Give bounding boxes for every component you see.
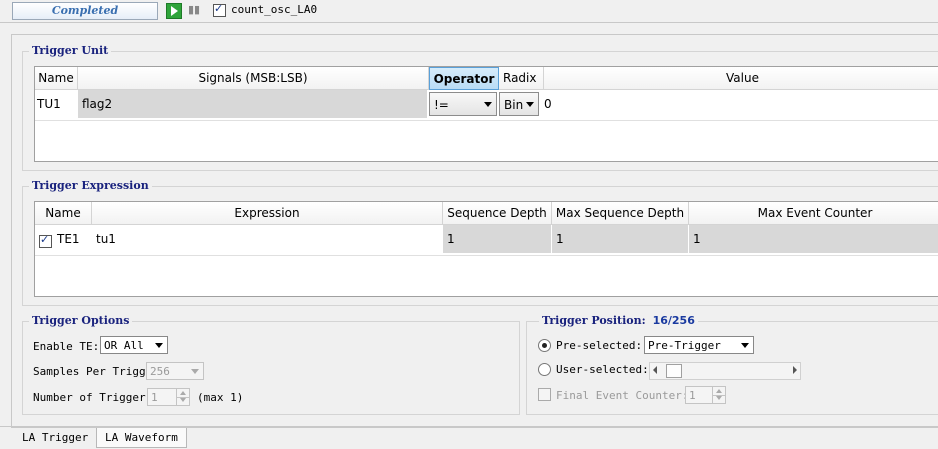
- chevron-down-icon: [191, 369, 199, 374]
- samples-per-trigger-select[interactable]: 256: [146, 362, 204, 380]
- row-max-event-counter[interactable]: 1: [689, 225, 938, 253]
- trigger-expression-title: Trigger Expression: [29, 179, 152, 192]
- column-header-sequence-depth[interactable]: Sequence Depth: [443, 202, 552, 225]
- row-divider: [35, 120, 938, 121]
- operator-value: !=: [434, 98, 449, 112]
- enable-checkbox[interactable]: [213, 2, 226, 17]
- pre-selected-value: Pre-Trigger: [648, 339, 721, 352]
- enable-te-label: Enable TE:: [33, 340, 100, 353]
- enable-te-value: OR All: [104, 339, 144, 352]
- chevron-down-icon: [741, 343, 749, 348]
- run-button[interactable]: [166, 3, 182, 19]
- column-header-operator[interactable]: Operator: [429, 67, 499, 90]
- user-selected-label: User-selected:: [556, 363, 649, 376]
- row-max-sequence-depth[interactable]: 1: [552, 225, 688, 253]
- trigger-expression-table: Name Expression Sequence Depth Max Seque…: [34, 201, 938, 297]
- number-of-trigger-stepper[interactable]: 1: [147, 388, 190, 406]
- column-header-max-event-counter[interactable]: Max Event Counter: [689, 202, 938, 225]
- stop-button[interactable]: ▮▮: [186, 3, 202, 17]
- trigger-unit-table: Name Signals (MSB:LSB) Operator Radix Va…: [34, 66, 938, 162]
- spin-down-icon[interactable]: [712, 395, 725, 403]
- column-header-name[interactable]: Name: [35, 67, 78, 90]
- column-header-name[interactable]: Name: [35, 202, 92, 225]
- column-header-max-sequence-depth[interactable]: Max Sequence Depth: [552, 202, 689, 225]
- samples-per-trigger-value: 256: [150, 365, 170, 378]
- status-indicator: Completed: [12, 2, 158, 20]
- number-of-trigger-hint: (max 1): [197, 391, 244, 404]
- trigger-options-title: Trigger Options: [29, 314, 133, 327]
- row-sequence-depth[interactable]: 1: [443, 225, 551, 253]
- trigger-unit-group: Trigger Unit Name Signals (MSB:LSB) Oper…: [22, 44, 938, 171]
- pre-selected-radio[interactable]: [538, 339, 551, 352]
- number-of-trigger-value: 1: [151, 391, 158, 404]
- scroll-right-icon[interactable]: [793, 366, 797, 374]
- column-header-radix[interactable]: Radix: [499, 67, 544, 90]
- trigger-expression-group: Trigger Expression Name Expression Seque…: [22, 179, 938, 306]
- tab-la-waveform[interactable]: LA Waveform: [96, 428, 187, 448]
- column-header-expression[interactable]: Expression: [92, 202, 443, 225]
- row-name: TU1: [37, 97, 61, 111]
- pre-selected-select[interactable]: Pre-Trigger: [644, 336, 754, 354]
- trigger-position-title: Trigger Position:: [542, 314, 646, 327]
- final-event-counter-value: 1: [689, 389, 696, 402]
- trigger-options-group: Trigger Options Enable TE: OR All Sample…: [22, 314, 520, 415]
- trigger-settings-panel: Trigger Unit Name Signals (MSB:LSB) Oper…: [11, 34, 938, 428]
- column-header-value[interactable]: Value: [544, 67, 938, 90]
- scroll-left-icon[interactable]: [653, 366, 657, 374]
- number-of-trigger-label: Number of Trigger:: [33, 391, 153, 404]
- row-signals[interactable]: flag2: [78, 90, 427, 118]
- radix-value: Bin: [504, 98, 524, 112]
- enable-te-select[interactable]: OR All: [100, 336, 168, 354]
- operator-select[interactable]: !=: [429, 92, 497, 116]
- final-event-counter-stepper[interactable]: 1: [685, 386, 726, 404]
- slider-thumb[interactable]: [666, 364, 682, 378]
- row-divider: [35, 255, 938, 256]
- column-header-signals[interactable]: Signals (MSB:LSB): [78, 67, 429, 90]
- chevron-down-icon: [526, 102, 534, 107]
- row-enable-checkbox[interactable]: [39, 233, 52, 248]
- row-expression[interactable]: tu1: [96, 225, 436, 253]
- row-name: TE1: [57, 232, 80, 246]
- spin-down-icon[interactable]: [176, 397, 189, 405]
- row-value[interactable]: 0: [544, 90, 934, 118]
- trigger-unit-title: Trigger Unit: [29, 44, 112, 57]
- trigger-position-group: Trigger Position: 16/256 Pre-selected: P…: [526, 314, 938, 415]
- radix-select[interactable]: Bin: [499, 92, 539, 116]
- user-selected-radio[interactable]: [538, 363, 551, 376]
- trigger-position-value: 16/256: [652, 314, 695, 327]
- trigger-position-title-wrap: Trigger Position: 16/256: [539, 314, 698, 327]
- final-event-checkbox[interactable]: [538, 388, 551, 401]
- enable-checkbox-label: count_osc_LA0: [231, 3, 318, 16]
- bottom-tab-bar: LA Trigger LA Waveform: [0, 426, 938, 449]
- chevron-down-icon: [155, 343, 163, 348]
- user-selected-slider[interactable]: [649, 362, 801, 380]
- top-toolbar: Completed ▮▮ count_osc_LA0: [0, 0, 938, 23]
- tab-la-trigger[interactable]: LA Trigger: [14, 428, 97, 447]
- pre-selected-label: Pre-selected:: [556, 339, 643, 352]
- chevron-down-icon: [484, 102, 492, 107]
- final-event-counter-label: Final Event Counter:: [556, 389, 689, 402]
